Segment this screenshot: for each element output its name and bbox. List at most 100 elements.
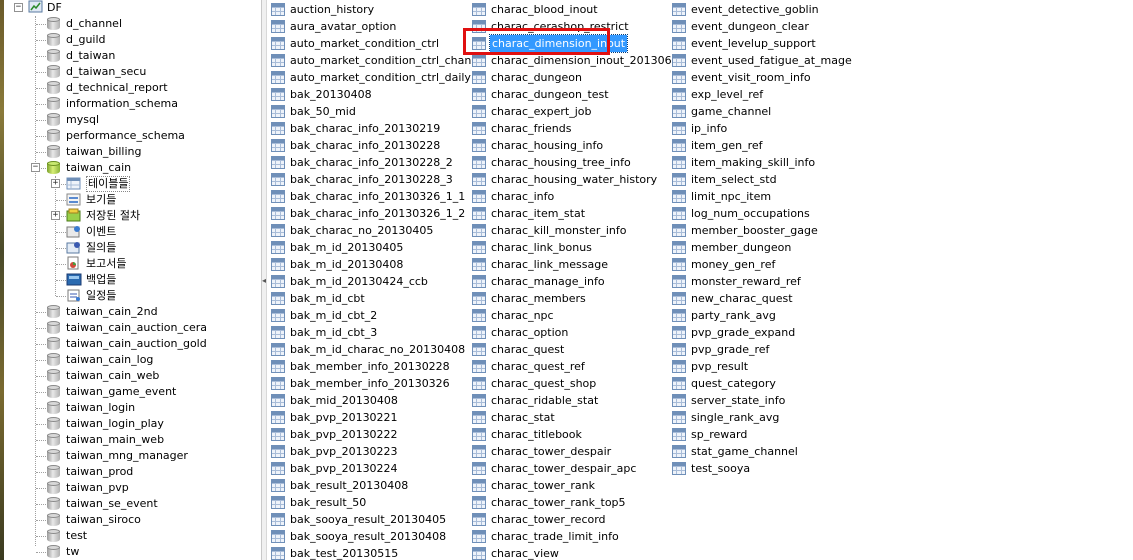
tree-item-schedules[interactable]: 일정들 bbox=[0, 288, 255, 304]
tree-item-database[interactable]: d_taiwan bbox=[0, 48, 255, 64]
tree-item-backups[interactable]: 백업들 bbox=[0, 272, 255, 288]
tree-item-database[interactable]: taiwan_billing bbox=[0, 144, 255, 160]
table-icon bbox=[672, 88, 686, 101]
table-name: game_channel bbox=[691, 105, 772, 118]
table-name: bak_m_id_cbt_3 bbox=[290, 326, 378, 339]
table-icon bbox=[472, 122, 486, 135]
tree-item-database-expanded[interactable]: taiwan_cain − bbox=[0, 160, 255, 176]
tree-item-database[interactable]: taiwan_cain_auction_cera bbox=[0, 320, 255, 336]
tree-item-database[interactable]: taiwan_cain_web bbox=[0, 368, 255, 384]
tree-item-queries[interactable]: 질의들 bbox=[0, 240, 255, 256]
tree-connector bbox=[56, 280, 66, 281]
table-name: bak_m_id_20130408 bbox=[290, 258, 404, 271]
database-label: taiwan_pvp bbox=[66, 481, 129, 494]
tree-item-database[interactable]: d_taiwan_secu bbox=[0, 64, 255, 80]
table-name: limit_npc_item bbox=[691, 190, 772, 203]
tree-item-stored-procedures[interactable]: + 저장된 절차 bbox=[0, 208, 255, 224]
tree-item-database[interactable]: d_guild bbox=[0, 32, 255, 48]
table-icon bbox=[472, 156, 486, 169]
database-label: taiwan_cain_log bbox=[66, 353, 154, 366]
tree-item-database[interactable]: taiwan_login bbox=[0, 400, 255, 416]
tree-item-database[interactable]: taiwan_main_web bbox=[0, 432, 255, 448]
database-icon bbox=[47, 369, 60, 383]
database-label: tw bbox=[66, 545, 80, 558]
table-name: bak_pvp_20130222 bbox=[290, 428, 398, 441]
table-icon bbox=[271, 445, 285, 458]
tree-item-database[interactable]: test bbox=[0, 528, 255, 544]
expand-icon[interactable]: + bbox=[51, 211, 60, 220]
tree-item-database[interactable]: taiwan_cain_2nd bbox=[0, 304, 255, 320]
tree-item-database[interactable]: information_schema bbox=[0, 96, 255, 112]
table-icon bbox=[271, 54, 285, 67]
tree-item-database[interactable]: tw bbox=[0, 544, 255, 560]
database-icon bbox=[47, 65, 60, 79]
table-name: bak_mid_20130408 bbox=[290, 394, 398, 407]
table-icon bbox=[672, 190, 686, 203]
table-name: charac_trade_limit_info bbox=[491, 530, 619, 543]
database-label: performance_schema bbox=[66, 129, 185, 142]
tree-item-reports[interactable]: 보고서들 bbox=[0, 256, 255, 272]
table-icon bbox=[672, 37, 686, 50]
tree-connector bbox=[36, 40, 46, 41]
collapse-icon[interactable]: − bbox=[31, 163, 40, 172]
table-name: bak_charac_info_20130228_2 bbox=[290, 156, 453, 169]
tree-item-database[interactable]: taiwan_prod bbox=[0, 464, 255, 480]
tree-item-database[interactable]: performance_schema bbox=[0, 128, 255, 144]
tree-folder-label: 일정들 bbox=[86, 289, 117, 302]
tree-item-database[interactable]: taiwan_cain_log bbox=[0, 352, 255, 368]
database-label: d_technical_report bbox=[66, 81, 168, 94]
table-name: member_booster_gage bbox=[691, 224, 818, 237]
tree-connector bbox=[36, 88, 46, 89]
tree-root-df[interactable]: − DF bbox=[0, 0, 255, 16]
table-name: bak_result_50 bbox=[290, 496, 367, 509]
table-icon bbox=[271, 462, 285, 475]
tree-connector bbox=[36, 536, 46, 537]
table-name: bak_m_id_cbt_2 bbox=[290, 309, 378, 322]
tree-connector bbox=[36, 440, 46, 441]
database-icon bbox=[47, 81, 60, 95]
table-list-pane[interactable]: auction_history aura_avatar_option auto_ma… bbox=[267, 0, 1133, 560]
table-icon bbox=[672, 462, 686, 475]
database-icon bbox=[47, 33, 60, 47]
table-icon bbox=[271, 275, 285, 288]
table-name: log_num_occupations bbox=[691, 207, 810, 220]
annotation-highlight-box bbox=[463, 28, 610, 55]
database-label: information_schema bbox=[66, 97, 178, 110]
tree-item-database[interactable]: taiwan_siroco bbox=[0, 512, 255, 528]
collapse-icon[interactable]: − bbox=[14, 3, 23, 12]
tree-connector bbox=[56, 264, 66, 265]
tree-connector bbox=[36, 104, 46, 105]
events-folder-icon bbox=[66, 224, 82, 239]
tree-item-database[interactable]: mysql bbox=[0, 112, 255, 128]
tree-item-database[interactable]: taiwan_cain_auction_gold bbox=[0, 336, 255, 352]
table-name: charac_view bbox=[491, 547, 559, 560]
table-icon bbox=[472, 309, 486, 322]
table-icon bbox=[271, 88, 285, 101]
table-icon bbox=[472, 462, 486, 475]
table-name: exp_level_ref bbox=[691, 88, 764, 101]
table-icon bbox=[672, 207, 686, 220]
tree-item-events[interactable]: 이벤트 bbox=[0, 224, 255, 240]
table-name: charac_quest bbox=[491, 343, 565, 356]
table-name: charac_tower_rank_top5 bbox=[491, 496, 626, 509]
tree-item-database[interactable]: d_channel bbox=[0, 16, 255, 32]
tree-connector bbox=[36, 376, 46, 377]
table-icon bbox=[271, 530, 285, 543]
tree-item-database[interactable]: taiwan_login_play bbox=[0, 416, 255, 432]
table-icon bbox=[271, 394, 285, 407]
tree-item-database[interactable]: taiwan_pvp bbox=[0, 480, 255, 496]
tree-item-database[interactable]: taiwan_mng_manager bbox=[0, 448, 255, 464]
expand-icon[interactable]: + bbox=[51, 179, 60, 188]
tree-connector bbox=[36, 552, 46, 553]
table-name: bak_pvp_20130223 bbox=[290, 445, 398, 458]
tree-item-database[interactable]: taiwan_se_event bbox=[0, 496, 255, 512]
database-label: d_channel bbox=[66, 17, 123, 30]
table-name: charac_blood_inout bbox=[491, 3, 598, 16]
tree-item-tables[interactable]: + 테이블들 bbox=[0, 176, 255, 192]
object-browser-tree[interactable]: − DF d_channel d_guild d_taiwan d_taiwan_secu… bbox=[0, 0, 261, 560]
tree-item-views[interactable]: 보기들 bbox=[0, 192, 255, 208]
table-icon bbox=[672, 309, 686, 322]
tree-item-database[interactable]: d_technical_report bbox=[0, 80, 255, 96]
table-name: charac_link_bonus bbox=[491, 241, 592, 254]
tree-item-database[interactable]: taiwan_game_event bbox=[0, 384, 255, 400]
